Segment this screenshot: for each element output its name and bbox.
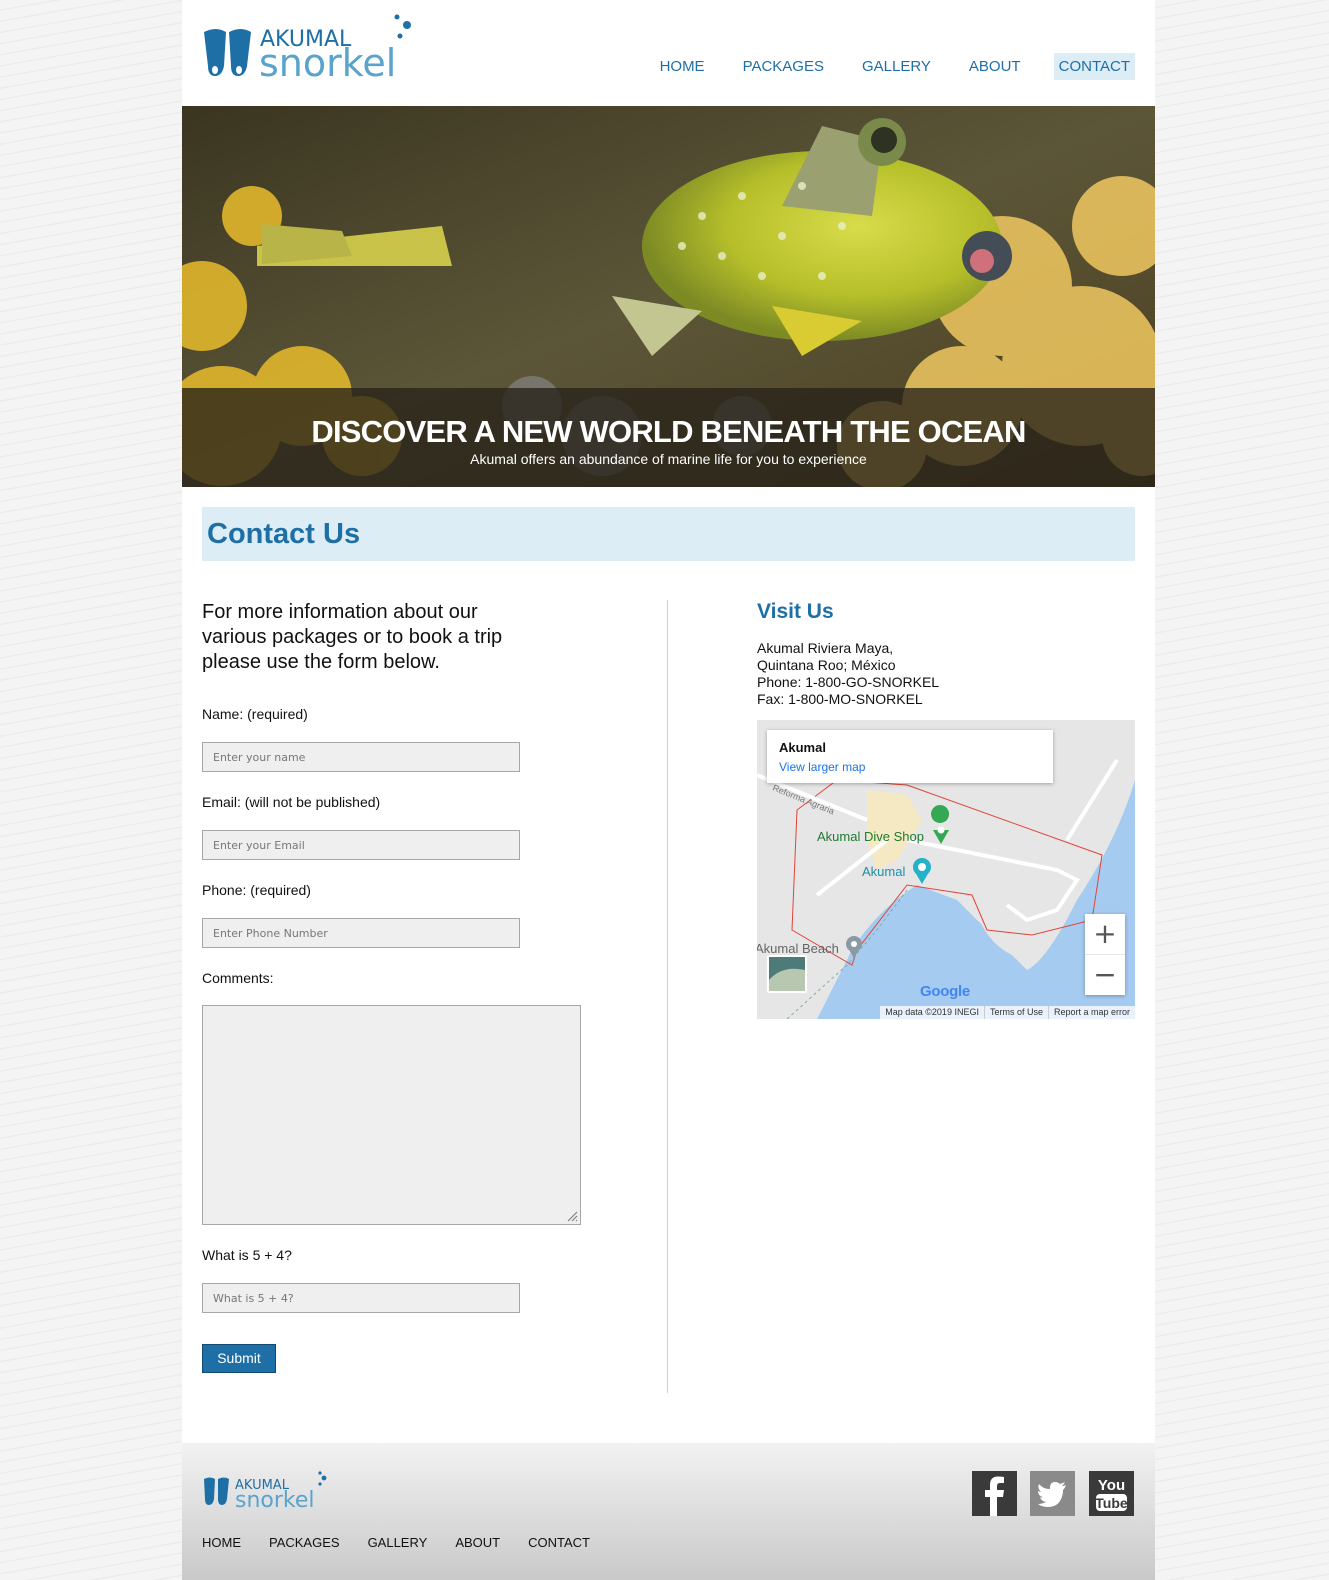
google-logo: Google: [920, 983, 970, 1000]
hero-subtitle: Akumal offers an abundance of marine lif…: [470, 451, 867, 467]
hero-title: DISCOVER A NEW WORLD BENEATH THE OCEAN: [311, 414, 1026, 449]
nav-gallery[interactable]: GALLERY: [857, 53, 936, 80]
phone-input[interactable]: Enter Phone Number: [202, 918, 520, 948]
email-label: Email: (will not be published): [202, 794, 381, 810]
zoom-out-button[interactable]: −: [1085, 955, 1125, 995]
nav-contact[interactable]: CONTACT: [1053, 53, 1135, 80]
twitter-icon[interactable]: [1030, 1471, 1075, 1516]
contact-intro: For more information about our various p…: [202, 601, 503, 673]
nav-home[interactable]: HOME: [655, 53, 710, 80]
page: AKUMAL snorkel HOME PACKAGES GALLERY ABO…: [182, 0, 1155, 1580]
phone-label: Phone: (required): [202, 882, 311, 898]
nav-packages[interactable]: PACKAGES: [738, 53, 829, 80]
fins-icon: [204, 29, 251, 76]
dive-shop-label[interactable]: Akumal Dive Shop: [817, 829, 924, 844]
captcha-label: What is 5 + 4?: [202, 1247, 292, 1263]
address-line2: Quintana Roo; México: [757, 657, 896, 673]
map-data-text: Map data ©2019 INEGI: [885, 1007, 979, 1017]
map-attribution: Map data ©2019 INEGI Terms of Use Report…: [880, 1006, 1135, 1019]
youtube-icon[interactable]: You Tube: [1089, 1471, 1134, 1516]
contact-heading-bar: Contact Us: [202, 507, 1135, 561]
nav-about[interactable]: ABOUT: [964, 53, 1026, 80]
akumal-snorkel-logo[interactable]: AKUMAL snorkel: [202, 14, 422, 84]
zoom-in-button[interactable]: +: [1085, 914, 1125, 954]
footer-nav-contact[interactable]: CONTACT: [528, 1535, 590, 1550]
facebook-icon[interactable]: [972, 1471, 1017, 1516]
bubble-icon: [397, 33, 403, 39]
footer-logo-line2: snorkel: [235, 1488, 315, 1511]
view-larger-map-link[interactable]: View larger map: [779, 760, 865, 774]
visit-heading: Visit Us: [757, 600, 834, 623]
youtube-line2: Tube: [1095, 1495, 1128, 1511]
fax-text: Fax: 1-800-MO-SNORKEL: [757, 691, 923, 707]
captcha-input[interactable]: What is 5 + 4?: [202, 1283, 520, 1313]
hero-caption: DISCOVER A NEW WORLD BENEATH THE OCEAN A…: [182, 388, 1155, 487]
map-zoom-control: + −: [1085, 914, 1125, 995]
footer: AKUMAL snorkel You Tube HOME PACKAGES GA…: [182, 1443, 1155, 1580]
google-logo-text: Google: [920, 983, 970, 1000]
satellite-thumbnail-icon[interactable]: [767, 955, 807, 993]
footer-nav-gallery[interactable]: GALLERY: [368, 1535, 428, 1550]
hero-banner: DISCOVER A NEW WORLD BENEATH THE OCEAN A…: [182, 106, 1155, 487]
footer-logo[interactable]: AKUMAL snorkel: [202, 1471, 332, 1511]
bubble-icon: [403, 21, 411, 29]
submit-button[interactable]: Submit: [202, 1344, 276, 1373]
comments-label: Comments:: [202, 970, 274, 986]
footer-nav-home[interactable]: HOME: [202, 1535, 241, 1550]
footer-nav-about[interactable]: ABOUT: [455, 1535, 500, 1550]
logo-line2: snorkel: [259, 41, 396, 84]
embedded-map[interactable]: Reforma Agraria Akumal Dive Shop Akumal …: [757, 720, 1135, 1019]
address-block: Akumal Riviera Maya, Quintana Roo; Méxic…: [757, 640, 939, 708]
map-place-title: Akumal: [779, 740, 826, 755]
youtube-line1: You: [1098, 1477, 1125, 1494]
email-input[interactable]: Enter your Email: [202, 830, 520, 860]
map-info-card: Akumal View larger map: [767, 730, 1053, 783]
name-input[interactable]: Enter your name: [202, 742, 520, 772]
address-line1: Akumal Riviera Maya,: [757, 640, 894, 656]
comments-textarea[interactable]: [202, 1005, 581, 1225]
name-label: Name: (required): [202, 706, 308, 722]
bubble-icon: [394, 14, 400, 20]
resize-handle-icon[interactable]: [566, 1210, 578, 1222]
terms-of-use-link[interactable]: Terms of Use: [983, 1006, 1048, 1019]
report-map-error-link[interactable]: Report a map error: [1047, 1006, 1135, 1019]
phone-text: Phone: 1-800-GO-SNORKEL: [757, 674, 940, 690]
page-title: Contact Us: [207, 518, 361, 550]
footer-nav: HOME PACKAGES GALLERY ABOUT CONTACT: [202, 1535, 618, 1550]
footer-nav-packages[interactable]: PACKAGES: [269, 1535, 340, 1550]
main-nav: HOME PACKAGES GALLERY ABOUT CONTACT: [627, 53, 1135, 80]
akumal-poi-label[interactable]: Akumal: [862, 864, 905, 879]
beach-label[interactable]: Akumal Beach: [757, 941, 839, 956]
column-divider: [667, 600, 668, 1393]
